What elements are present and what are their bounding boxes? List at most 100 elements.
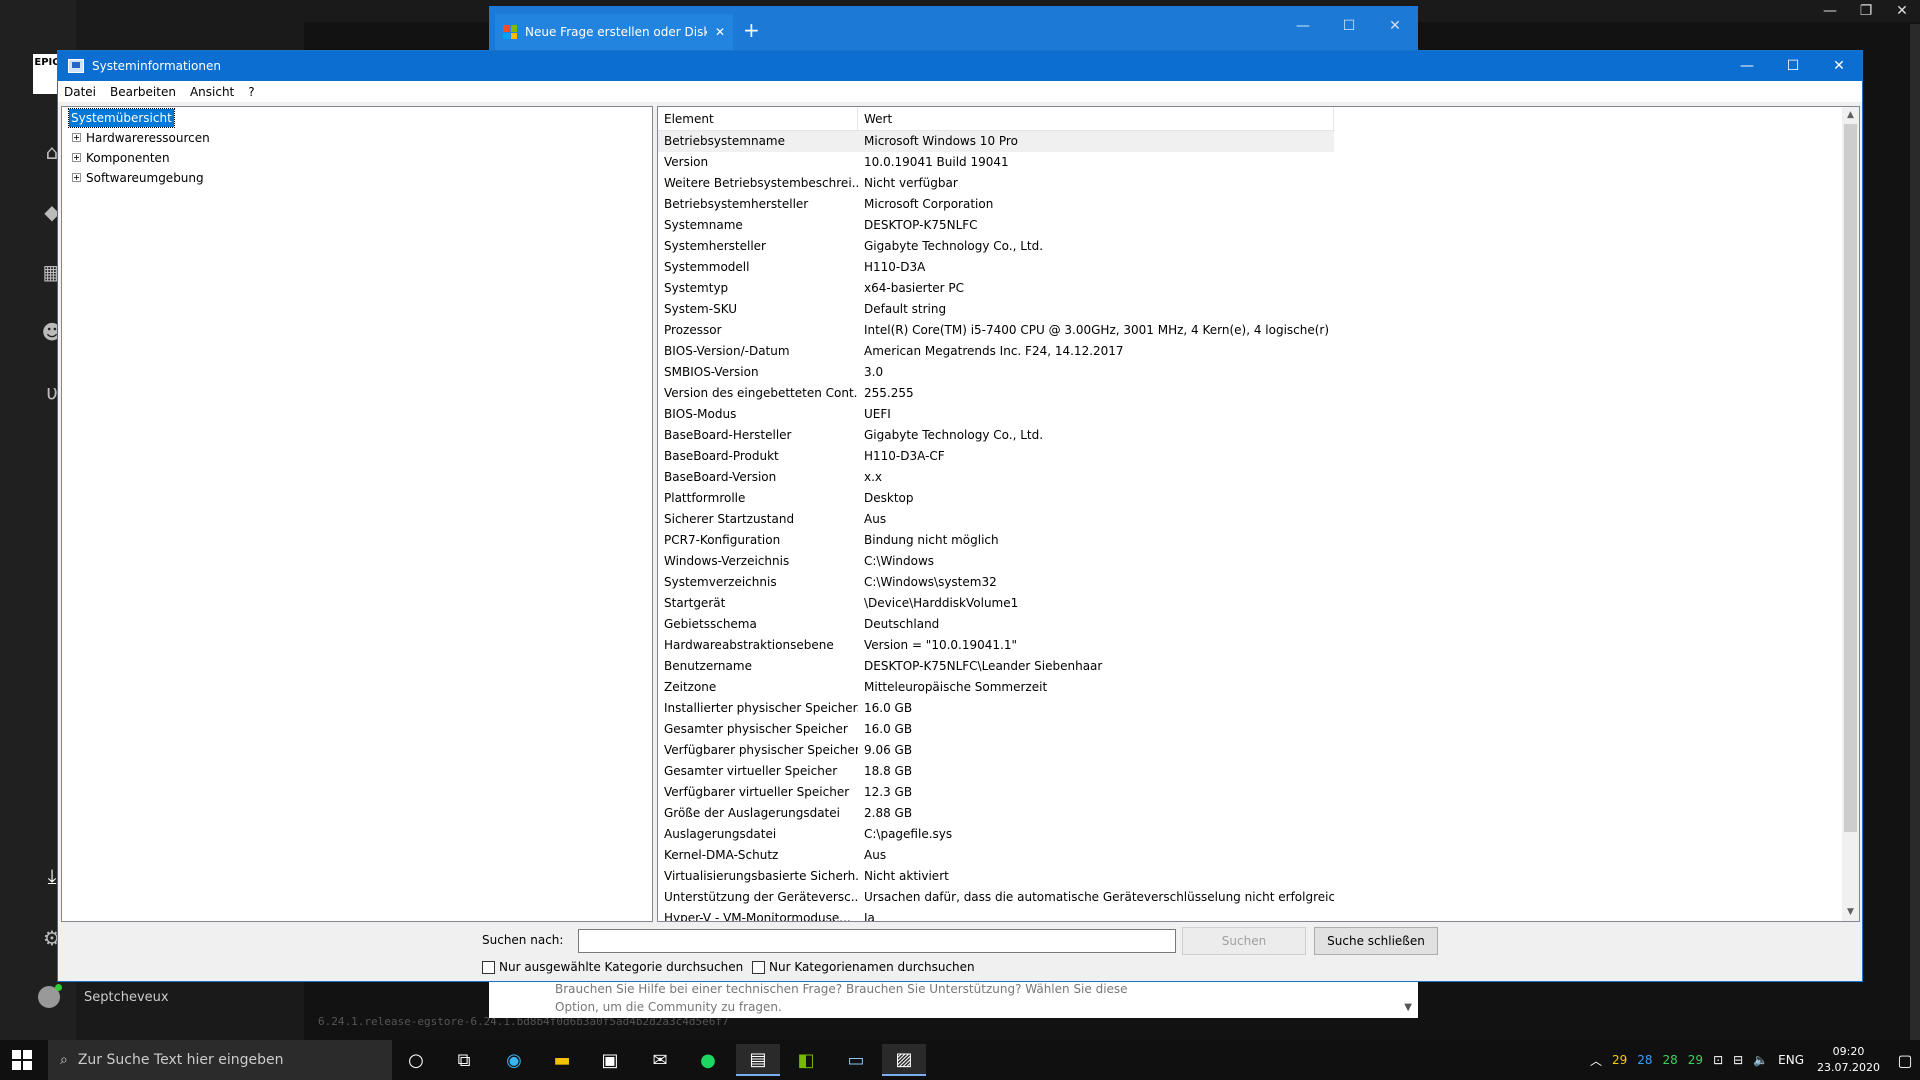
table-row[interactable]: Gesamter virtueller Speicher 18.8 GB bbox=[658, 761, 1334, 782]
maximize-icon[interactable]: ☐ bbox=[1770, 51, 1816, 81]
table-row[interactable]: Betriebsystemhersteller Microsoft Corpora… bbox=[658, 194, 1334, 215]
table-row[interactable]: BIOS-Version/-Datum American Megatrends I… bbox=[658, 341, 1334, 362]
table-row[interactable]: Systemhersteller Gigabyte Technology Co.,… bbox=[658, 236, 1334, 257]
table-row[interactable]: System-SKU Default string bbox=[658, 299, 1334, 320]
table-row[interactable]: Verfügbarer physischer Speicher 9.06 GB bbox=[658, 740, 1334, 761]
checkbox-category-names[interactable]: Nur Kategorienamen durchsuchen bbox=[752, 960, 975, 974]
table-row[interactable]: Startgerät \Device\HarddiskVolume1 bbox=[658, 593, 1334, 614]
column-header-element[interactable]: Element bbox=[658, 107, 858, 131]
tree-item-systemuebersicht[interactable]: Systemübersicht bbox=[68, 108, 175, 128]
new-tab-icon[interactable]: + bbox=[743, 18, 760, 42]
table-row[interactable]: Sicherer Startzustand Aus bbox=[658, 509, 1334, 530]
table-row[interactable]: Systemname DESKTOP-K75NLFC bbox=[658, 215, 1334, 236]
table-row[interactable]: BIOS-Modus UEFI bbox=[658, 404, 1334, 425]
task-view-icon[interactable]: ⧉ bbox=[442, 1044, 486, 1076]
table-row[interactable]: PCR7-Konfiguration Bindung nicht möglich bbox=[658, 530, 1334, 551]
tray-temp-2[interactable]: 28 bbox=[1637, 1053, 1652, 1067]
msinfo-taskbar-icon[interactable]: ▨ bbox=[882, 1044, 926, 1076]
edge-tab[interactable]: Neue Frage erstellen oder Disku ✕ bbox=[495, 14, 733, 50]
volume-icon[interactable]: 🔈 bbox=[1753, 1053, 1768, 1067]
expand-icon[interactable] bbox=[72, 173, 81, 182]
close-icon[interactable]: ✕ bbox=[1372, 6, 1418, 46]
menu-ansicht[interactable]: Ansicht bbox=[190, 85, 242, 99]
close-search-button[interactable]: Suche schließen bbox=[1314, 927, 1438, 955]
remote-desktop-icon[interactable]: ▭ bbox=[834, 1044, 878, 1076]
scroll-down-icon[interactable]: ▼ bbox=[1404, 1002, 1412, 1013]
table-row[interactable]: BaseBoard-Hersteller Gigabyte Technology … bbox=[658, 425, 1334, 446]
table-row[interactable]: BaseBoard-Produkt H110-D3A-CF bbox=[658, 446, 1334, 467]
table-row[interactable]: Hardwareabstraktionsebene Version = "10.0… bbox=[658, 635, 1334, 656]
table-row[interactable]: Systemverzeichnis C:\Windows\system32 bbox=[658, 572, 1334, 593]
table-row[interactable]: Kernel-DMA-Schutz Aus bbox=[658, 845, 1334, 866]
minimize-icon[interactable]: — bbox=[1724, 51, 1770, 81]
tree-item-softwareumgebung[interactable]: Softwareumgebung bbox=[86, 169, 204, 187]
column-header-wert[interactable]: Wert bbox=[858, 107, 1334, 131]
menu-bearbeiten[interactable]: Bearbeiten bbox=[110, 85, 184, 99]
tray-temp-1[interactable]: 29 bbox=[1612, 1053, 1627, 1067]
restore-icon[interactable]: ❐ bbox=[1848, 0, 1884, 22]
category-tree[interactable]: Systemübersicht Hardwareressourcen Kompo… bbox=[61, 106, 653, 922]
epic-games-icon[interactable]: ▤ bbox=[736, 1044, 780, 1076]
table-row[interactable]: Windows-Verzeichnis C:\Windows bbox=[658, 551, 1334, 572]
checkbox-selected-category[interactable]: Nur ausgewählte Kategorie durchsuchen bbox=[482, 960, 743, 974]
maximize-icon[interactable]: ☐ bbox=[1326, 6, 1372, 46]
windows-start-icon[interactable] bbox=[12, 1050, 32, 1070]
details-list[interactable]: Element Wert Betriebsystemname Microsoft … bbox=[657, 106, 1860, 922]
nvidia-icon[interactable]: ◧ bbox=[784, 1044, 828, 1076]
minimize-icon[interactable]: — bbox=[1280, 6, 1326, 46]
minimize-icon[interactable]: — bbox=[1812, 0, 1848, 22]
table-row[interactable]: BaseBoard-Version x.x bbox=[658, 467, 1334, 488]
language-indicator[interactable]: ENG bbox=[1778, 1053, 1804, 1067]
scroll-up-icon[interactable]: ▲ bbox=[1842, 107, 1859, 124]
cortana-icon[interactable]: ○ bbox=[394, 1044, 438, 1076]
table-row[interactable]: Gesamter physischer Speicher 16.0 GB bbox=[658, 719, 1334, 740]
table-row[interactable]: Unterstützung der Geräteversc... Ursachen… bbox=[658, 887, 1334, 908]
table-row[interactable]: Zeitzone Mitteleuropäische Sommerzeit bbox=[658, 677, 1334, 698]
taskbar-search[interactable]: ⌕ Zur Suche Text hier eingeben bbox=[48, 1040, 392, 1080]
mail-icon[interactable]: ✉ bbox=[638, 1044, 682, 1076]
table-row[interactable]: SMBIOS-Version 3.0 bbox=[658, 362, 1334, 383]
table-row[interactable]: Verfügbarer virtueller Speicher 12.3 GB bbox=[658, 782, 1334, 803]
table-row[interactable]: Version des eingebetteten Cont... 255.255 bbox=[658, 383, 1334, 404]
menu-help[interactable]: ? bbox=[248, 85, 262, 99]
close-tab-icon[interactable]: ✕ bbox=[715, 25, 725, 39]
expand-icon[interactable] bbox=[72, 153, 81, 162]
scroll-down-icon[interactable]: ▼ bbox=[1842, 904, 1859, 921]
spotify-icon[interactable]: ● bbox=[686, 1044, 730, 1076]
table-row[interactable]: Installierter physischer Speicher... 16.0… bbox=[658, 698, 1334, 719]
table-row[interactable]: Prozessor Intel(R) Core(TM) i5-7400 CPU @… bbox=[658, 320, 1334, 341]
checkbox-box[interactable] bbox=[482, 960, 495, 974]
scrollbar-thumb[interactable] bbox=[1844, 124, 1857, 832]
checkbox-box[interactable] bbox=[752, 960, 765, 974]
table-row[interactable]: Systemmodell H110-D3A bbox=[658, 257, 1334, 278]
table-row[interactable]: Gebietsschema Deutschland bbox=[658, 614, 1334, 635]
table-row[interactable]: Systemtyp x64-basierter PC bbox=[658, 278, 1334, 299]
table-row[interactable]: Benutzername DESKTOP-K75NLFC\Leander Sieb… bbox=[658, 656, 1334, 677]
close-icon[interactable]: ✕ bbox=[1816, 51, 1862, 81]
tray-app-icon[interactable]: ⊡ bbox=[1713, 1053, 1723, 1067]
network-icon[interactable]: ⊟ bbox=[1733, 1053, 1743, 1067]
tray-temp-4[interactable]: 29 bbox=[1688, 1053, 1703, 1067]
menu-datei[interactable]: Datei bbox=[64, 85, 104, 99]
tree-item-komponenten[interactable]: Komponenten bbox=[86, 149, 170, 167]
edge-icon[interactable]: ◉ bbox=[492, 1044, 536, 1076]
table-row[interactable]: Virtualisierungsbasierte Sicherh... Nicht… bbox=[658, 866, 1334, 887]
table-row[interactable]: Hyper-V - VM-Monitormoduse... Ja bbox=[658, 908, 1334, 921]
search-button[interactable]: Suchen bbox=[1182, 927, 1306, 955]
table-row[interactable]: Betriebsystemname Microsoft Windows 10 Pr… bbox=[658, 131, 1334, 152]
store-icon[interactable]: ▣ bbox=[588, 1044, 632, 1076]
tree-item-hardwareressourcen[interactable]: Hardwareressourcen bbox=[86, 129, 210, 147]
table-row[interactable]: Weitere Betriebsystembeschrei... Nicht ve… bbox=[658, 173, 1334, 194]
table-row[interactable]: Plattformrolle Desktop bbox=[658, 488, 1334, 509]
epic-user[interactable]: Septcheveux bbox=[38, 984, 169, 1008]
table-row[interactable]: Version 10.0.19041 Build 19041 bbox=[658, 152, 1334, 173]
epic-scrollbar[interactable] bbox=[1910, 24, 1920, 1040]
expand-icon[interactable] bbox=[72, 133, 81, 142]
search-input[interactable] bbox=[578, 929, 1176, 953]
tray-temp-3[interactable]: 28 bbox=[1663, 1053, 1678, 1067]
chevron-up-icon[interactable]: ︿ bbox=[1590, 1052, 1602, 1069]
close-icon[interactable]: ✕ bbox=[1884, 0, 1920, 22]
table-row[interactable]: Größe der Auslagerungsdatei 2.88 GB bbox=[658, 803, 1334, 824]
vertical-scrollbar[interactable]: ▲ ▼ bbox=[1842, 107, 1859, 921]
notification-icon[interactable]: ▢ bbox=[1890, 1051, 1920, 1070]
